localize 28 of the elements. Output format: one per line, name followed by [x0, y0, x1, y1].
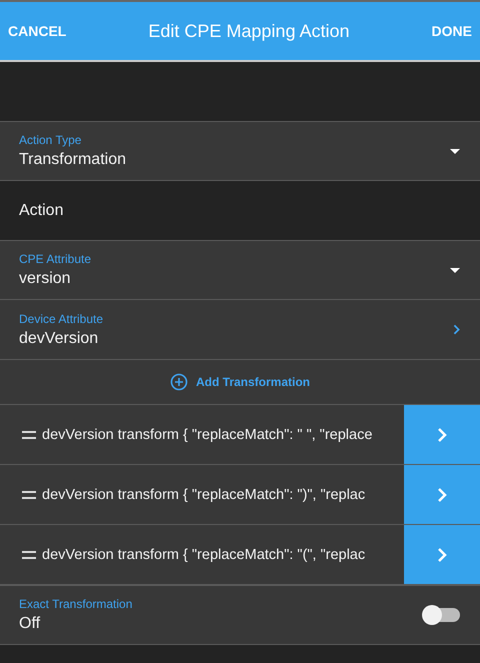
dropdown-caret-icon[interactable] — [450, 268, 460, 272]
field-value: Off — [19, 615, 40, 633]
chevron-right-icon — [437, 546, 447, 562]
field-value: devVersion — [19, 330, 98, 348]
add-transformation-button[interactable]: Add Transformation — [164, 372, 316, 392]
field-label: CPE Attribute — [19, 252, 92, 266]
dropdown-caret-icon[interactable] — [450, 148, 460, 154]
toggle-switch[interactable] — [424, 608, 460, 622]
field-value: Transformation — [19, 151, 126, 169]
plus-circle-icon — [170, 373, 188, 391]
page-title: Edit CPE Mapping Action — [148, 20, 350, 42]
action-type-dropdown[interactable]: Action Type Transformation — [0, 121, 480, 181]
section-title: Action — [19, 202, 64, 220]
attribute-field[interactable]: Device Attribute devVersion — [0, 300, 480, 360]
field-value: version — [19, 270, 71, 288]
chevron-right-icon — [453, 324, 460, 336]
drag-handle-icon[interactable] — [22, 550, 36, 558]
field-label: Action Type — [19, 133, 82, 147]
drag-handle-icon[interactable] — [22, 430, 36, 438]
transformation-text: devVersion transform { "replaceMatch": " ", "replace — [41, 426, 374, 442]
chevron-right-icon — [437, 486, 447, 502]
field-label: Device Attribute — [19, 312, 104, 326]
transformation-text: devVersion transform { "replaceMatch": ")", "replac — [41, 486, 366, 502]
attribute-field[interactable]: CPE Attribute version — [0, 240, 480, 300]
chevron-right-icon — [437, 426, 447, 442]
drag-handle-icon[interactable] — [22, 490, 36, 498]
field-label: Exact Transformation — [19, 597, 132, 611]
transformation-text: devVersion transform { "replaceMatch": "(", "replac — [41, 546, 366, 562]
